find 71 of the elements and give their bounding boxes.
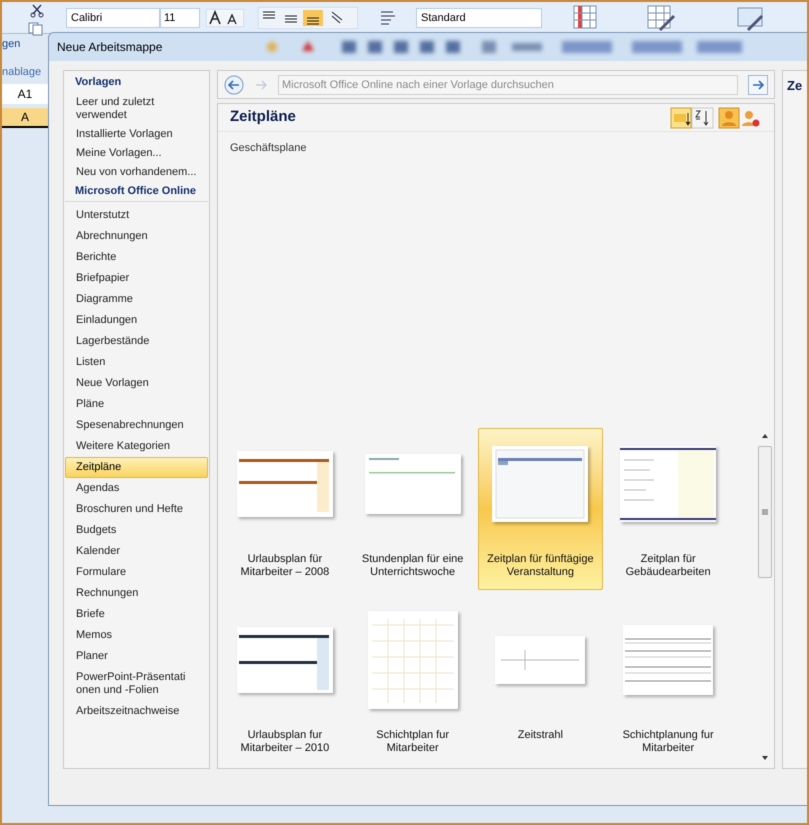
sidebar-item[interactable]: Briefpapier: [66, 268, 207, 289]
sidebar-item[interactable]: Einladungen: [66, 310, 207, 331]
scissors-icon[interactable]: [30, 4, 44, 18]
template-label: Schichtplanung fur Mitarbeiter: [622, 729, 715, 755]
sidebar-item[interactable]: Memos: [66, 625, 207, 646]
section-heading: Microsoft Office Online: [65, 182, 208, 202]
sidebar-item[interactable]: Kalender: [66, 541, 207, 562]
ribbon-group-label: nablage: [2, 65, 42, 80]
sidebar-item[interactable]: Planer: [66, 646, 207, 667]
template-tile[interactable]: Stundenplan für eine Unterrichtswoche: [350, 428, 476, 590]
scrollbar-thumb[interactable]: [758, 446, 772, 578]
name-box[interactable]: A1: [2, 84, 48, 104]
template-label: Stundenplan für eine Unterrichtswoche: [360, 553, 464, 579]
sidebar-item[interactable]: PowerPoint-Präsentati onen und -Folien: [66, 667, 207, 701]
search-field[interactable]: Microsoft Office Online nach einer Vorlage durchsuchen: [278, 74, 738, 94]
sidebar-item[interactable]: Leer und zuletzt verwendet: [66, 92, 207, 124]
number-format-dropdown[interactable]: Standard: [416, 8, 542, 28]
arrow-right-icon: [752, 78, 764, 90]
template-label: Urlaubsplan für Mitarbeiter – 2008: [240, 553, 330, 579]
sidebar-item[interactable]: Rechnungen: [66, 583, 207, 604]
template-tile[interactable]: Urlaubsplan für Mitarbeiter – 2008: [222, 428, 348, 590]
sidebar-item[interactable]: Formulare: [66, 562, 207, 583]
grow-font-icon[interactable]: [206, 9, 244, 27]
sidebar-item[interactable]: Meine Vorlagen...: [66, 144, 207, 162]
subcategory-label: Geschäftsplane: [229, 141, 308, 156]
category-title: Zeitpläne: [230, 107, 296, 128]
column-header[interactable]: A: [2, 108, 48, 128]
sidebar-item[interactable]: Agendas: [66, 478, 207, 499]
copy-icon[interactable]: [28, 22, 44, 36]
sidebar-item[interactable]: Unterstutzt: [66, 205, 207, 226]
template-label: Schichtplan fur Mitarbeiter: [375, 729, 450, 755]
template-tile[interactable]: Schichtplanung fur Mitarbeiter: [605, 604, 731, 766]
sidebar-item[interactable]: Installierte Vorlagen: [66, 124, 207, 144]
sidebar-item[interactable]: Berichte: [66, 247, 207, 268]
sidebar-item[interactable]: Arbeitszeitnachweise: [66, 701, 207, 722]
template-label: Zeitstrahl: [516, 729, 564, 742]
ribbon-label[interactable]: gen: [2, 36, 20, 52]
align-icon[interactable]: [258, 7, 358, 29]
sidebar-item[interactable]: Zeitpläne: [65, 457, 208, 478]
sidebar-item[interactable]: Pläne: [66, 394, 207, 415]
sidebar-item[interactable]: Broschuren und Hefte: [66, 499, 207, 520]
template-label: Zeitplan für Gebäudearbeiten: [624, 553, 712, 579]
sort-icon[interactable]: [670, 106, 714, 128]
font-dropdown[interactable]: Calibri: [66, 8, 160, 28]
sidebar-item[interactable]: Weitere Kategorien: [66, 436, 207, 457]
sidebar-item[interactable]: Budgets: [66, 520, 207, 541]
sidebar-item[interactable]: Listen: [66, 352, 207, 373]
sidebar-item[interactable]: Neue Vorlagen: [66, 373, 207, 394]
template-tile[interactable]: Zeitplan für Gebäudearbeiten: [605, 428, 731, 590]
sidebar-item[interactable]: Neu von vorhandenem...: [66, 162, 207, 182]
sidebar-item[interactable]: Diagramme: [66, 289, 207, 310]
template-tile[interactable]: Urlaubsplan fur Mitarbeiter – 2010: [222, 604, 348, 766]
template-label: Zeitplan für fünftägige Veranstaltung: [486, 553, 595, 579]
template-tile[interactable]: Zeitplan für fünftägige Veranstaltung: [478, 428, 604, 590]
scroll-up-icon[interactable]: [761, 432, 769, 440]
sidebar-item[interactable]: Briefe: [66, 604, 207, 625]
window-title: Neue Arbeitsmappe: [57, 39, 162, 56]
back-icon[interactable]: [224, 74, 244, 94]
font-size-dropdown[interactable]: 11: [160, 8, 200, 28]
scroll-down-icon[interactable]: [761, 754, 769, 762]
search-button[interactable]: [748, 74, 768, 94]
template-tile[interactable]: Zeitstrahl: [478, 604, 604, 766]
sidebar-item[interactable]: Spesenabrechnungen: [66, 415, 207, 436]
template-tile[interactable]: Schichtplan fur Mitarbeiter: [350, 604, 476, 766]
sidebar-item[interactable]: Abrechnungen: [66, 226, 207, 247]
sidebar-item[interactable]: Lagerbestände: [66, 331, 207, 352]
section-heading: Vorlagen: [74, 75, 122, 90]
user-rating-icon[interactable]: [718, 106, 762, 128]
preview-title: Ze: [787, 78, 802, 93]
template-label: Urlaubsplan fur Mitarbeiter – 2010: [240, 729, 330, 755]
table-brush-icon[interactable]: [646, 4, 676, 32]
